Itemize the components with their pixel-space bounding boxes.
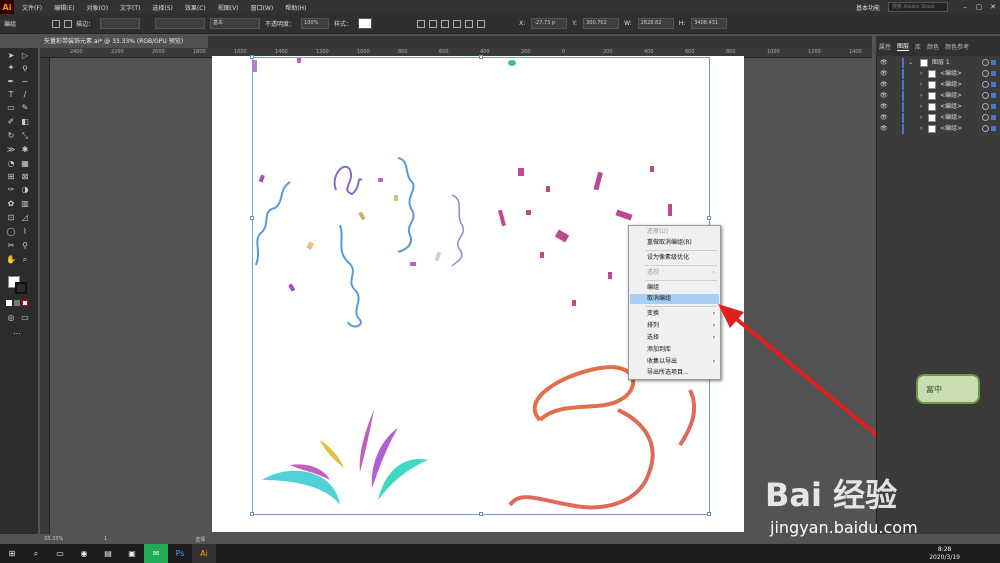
wechat-icon[interactable]: ✉ — [144, 544, 168, 563]
resize-handle[interactable] — [250, 512, 254, 516]
browser-icon[interactable]: ◉ — [72, 544, 96, 563]
tab-layers[interactable]: 图层 — [897, 41, 910, 51]
target-icon[interactable] — [982, 92, 989, 99]
target-icon[interactable] — [982, 59, 989, 66]
resize-handle[interactable] — [707, 216, 711, 220]
layer-thumbnail — [928, 92, 936, 100]
chevron-down-icon[interactable]: ⌄ — [908, 58, 913, 68]
chevron-right-icon[interactable]: › — [920, 102, 922, 112]
selection-indicator — [991, 60, 996, 65]
windows-start-icon[interactable]: ⊞ — [0, 544, 24, 563]
target-icon[interactable] — [982, 125, 989, 132]
chevron-right-icon[interactable]: › — [920, 91, 922, 101]
status-bar: 33.33% 1 选择 — [40, 534, 872, 544]
layer-name: <编组> — [940, 92, 963, 99]
layer-row[interactable]: 👁 › <编组> — [878, 80, 996, 90]
visibility-eye-icon[interactable]: 👁 — [880, 91, 888, 101]
floating-badge[interactable]: 富中 — [916, 374, 980, 404]
visibility-eye-icon[interactable]: 👁 — [880, 102, 888, 112]
layer-name: 图层 1 — [932, 59, 950, 66]
watermark-logo: Bai 经验 — [765, 476, 898, 514]
search-icon[interactable]: ⌕ — [24, 544, 48, 563]
layer-thumbnail — [928, 70, 936, 78]
layer-name: <编组> — [940, 125, 963, 132]
artboard-number[interactable]: 1 — [104, 536, 107, 542]
layer-name: <编组> — [940, 114, 963, 121]
chevron-right-icon[interactable]: › — [920, 80, 922, 90]
layer-row[interactable]: 👁 › <编组> — [878, 113, 996, 123]
target-icon[interactable] — [982, 81, 989, 88]
layer-name: <编组> — [940, 103, 963, 110]
layer-thumbnail — [928, 114, 936, 122]
layer-row[interactable]: 👁 › <编组> — [878, 69, 996, 79]
layer-name: <编组> — [940, 70, 963, 77]
photoshop-icon[interactable]: Ps — [168, 544, 192, 563]
layer-row[interactable]: 👁 › <编组> — [878, 102, 996, 112]
submenu-arrow-icon: › — [712, 269, 715, 276]
target-icon[interactable] — [982, 103, 989, 110]
file-explorer-icon[interactable]: ▤ — [96, 544, 120, 563]
layer-thumbnail — [928, 103, 936, 111]
target-icon[interactable] — [982, 114, 989, 121]
tab-color-guide[interactable]: 颜色参考 — [945, 42, 969, 51]
menu-item-perspective[interactable]: 透视 › — [630, 268, 719, 278]
chevron-right-icon[interactable]: › — [920, 124, 922, 134]
target-icon[interactable] — [982, 70, 989, 77]
resize-handle[interactable] — [250, 55, 254, 59]
watermark-url: jingyan.baidu.com — [770, 518, 918, 537]
taskbar: ⊞ ⌕ ▭ ◉ ▤ ▣ ✉ Ps Ai 8:28 2020/3/19 — [0, 544, 1000, 563]
chevron-right-icon[interactable]: › — [920, 69, 922, 79]
tab-properties[interactable]: 属性 — [879, 42, 891, 51]
badge-text: 富中 — [926, 385, 942, 394]
resize-handle[interactable] — [479, 55, 483, 59]
menu-item-pixel-optimize[interactable]: 设为像素级优化 — [630, 253, 719, 263]
layer-name: <编组> — [940, 81, 963, 88]
visibility-eye-icon[interactable]: 👁 — [880, 124, 888, 134]
resize-handle[interactable] — [250, 216, 254, 220]
menu-item-undo[interactable]: 还原(U) — [630, 227, 719, 237]
layer-row[interactable]: 👁 › <编组> — [878, 124, 996, 134]
tab-libraries[interactable]: 库 — [915, 42, 921, 51]
task-view-icon[interactable]: ▭ — [48, 544, 72, 563]
visibility-eye-icon[interactable]: 👁 — [880, 80, 888, 90]
resize-handle[interactable] — [479, 512, 483, 516]
clock-date: 2020/3/19 — [929, 554, 960, 561]
resize-handle[interactable] — [707, 512, 711, 516]
app-icon[interactable]: ▣ — [120, 544, 144, 563]
visibility-eye-icon[interactable]: 👁 — [880, 69, 888, 79]
system-clock[interactable]: 8:28 2020/3/19 — [929, 546, 960, 562]
chevron-right-icon[interactable]: › — [920, 113, 922, 123]
status-text: 选择 — [195, 536, 206, 543]
layer-thumbnail — [928, 125, 936, 133]
layer-row[interactable]: 👁 › <编组> — [878, 91, 996, 101]
layer-thumbnail — [928, 81, 936, 89]
menu-item-redo[interactable]: 重做取消编组(R) — [630, 238, 719, 248]
layer-thumbnail — [920, 59, 928, 67]
tab-color[interactable]: 颜色 — [927, 42, 939, 51]
panel-tabs: 属性 图层 库 颜色 颜色参考 — [876, 36, 1000, 56]
visibility-eye-icon[interactable]: 👁 — [880, 58, 888, 68]
zoom-field[interactable]: 33.33% — [44, 536, 64, 542]
clock-time: 8:28 — [937, 546, 952, 553]
visibility-eye-icon[interactable]: 👁 — [880, 113, 888, 123]
illustrator-taskbar-icon[interactable]: Ai — [192, 544, 216, 563]
layer-row-top[interactable]: 👁 ⌄ 图层 1 — [878, 58, 996, 68]
